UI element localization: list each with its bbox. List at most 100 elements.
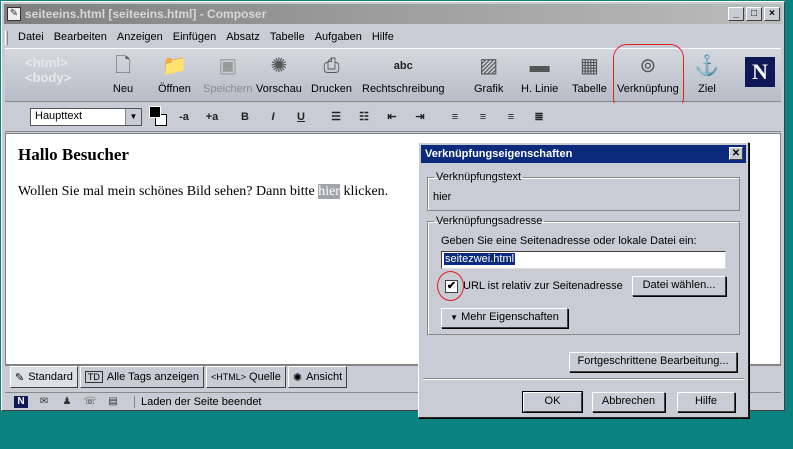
url-value: seitezwei.html (444, 253, 516, 265)
smaller-font-button[interactable]: -a (175, 108, 193, 126)
save-icon: ▣ (218, 55, 238, 77)
choose-file-button[interactable]: Datei wählen... (632, 276, 726, 296)
menu-bearbeiten[interactable]: Bearbeiten (50, 29, 111, 47)
print-label: Drucken (311, 83, 352, 95)
more-properties-button[interactable]: ▼ Mehr Eigenschaften (441, 308, 568, 328)
menu-grip[interactable] (5, 31, 8, 45)
menu-aufgaben[interactable]: Aufgaben (311, 29, 366, 47)
align-right-icon[interactable]: ≡ (502, 108, 520, 126)
align-left-icon[interactable]: ≡ (446, 108, 464, 126)
relative-url-label: URL ist relativ zur Seitenadresse (463, 280, 623, 292)
tab-all-tags-label: Alle Tags anzeigen (106, 371, 200, 383)
open-button[interactable]: 📁 Öffnen (158, 53, 191, 95)
tab-preview[interactable]: ✺ Ansicht (287, 366, 348, 388)
link-text-legend: Verknüpfungstext (436, 171, 522, 183)
netscape-status-icon[interactable]: N (14, 395, 28, 408)
watermark-line-2: <body> (25, 70, 72, 85)
hline-button[interactable]: ▬ H. Linie (521, 53, 558, 95)
selected-link-text[interactable]: hier (318, 184, 340, 199)
table-icon: ▦ (579, 55, 599, 77)
paragraph-style-value: Haupttext (35, 110, 83, 122)
text-color-picker[interactable] (149, 106, 171, 128)
composer-icon[interactable]: ▤ (106, 396, 120, 408)
print-button[interactable]: ⎙ Drucken (311, 53, 352, 95)
menu-hilfe[interactable]: Hilfe (368, 29, 398, 47)
anchor-button[interactable]: ⚓ Ziel (693, 53, 721, 95)
italic-button[interactable]: I (264, 108, 282, 126)
underline-button[interactable]: U (292, 108, 310, 126)
link-properties-dialog: Verknüpfungseigenschaften ✕ Verknüpfungs… (418, 142, 749, 418)
align-justify-icon[interactable]: ≣ (530, 108, 548, 126)
image-icon: ▨ (479, 55, 499, 77)
cancel-button[interactable]: Abbrechen (592, 392, 665, 412)
format-toolbar: Haupttext ▼ -a +a B I U ☰ ☷ ⇤ ⇥ ≡ ≡ ≡ ≣ (5, 103, 781, 132)
foreground-color-swatch (149, 106, 161, 118)
menu-bar: Datei Bearbeiten Anzeigen Einfügen Absat… (5, 29, 398, 47)
preview-label: Vorschau (256, 83, 302, 95)
indent-icon[interactable]: ⇥ (411, 108, 429, 126)
bold-button[interactable]: B (236, 108, 254, 126)
help-button[interactable]: Hilfe (677, 392, 735, 412)
tab-all-tags[interactable]: TD Alle Tags anzeigen (79, 366, 205, 388)
new-button[interactable]: 🗋 Neu (109, 53, 137, 95)
advanced-edit-button[interactable]: Fortgeschrittene Bearbeitung... (569, 352, 737, 372)
more-properties-label: Mehr Eigenschaften (461, 311, 559, 323)
url-input[interactable]: seitezwei.html (441, 251, 726, 269)
larger-font-button[interactable]: +a (203, 108, 221, 126)
dialog-title-bar: Verknüpfungseigenschaften ✕ (421, 145, 746, 163)
tab-source-label: Quelle (249, 371, 281, 383)
new-label: Neu (112, 83, 134, 95)
spellcheck-icon: abc (393, 60, 413, 72)
tab-source[interactable]: <HTML> Quelle (206, 366, 286, 388)
paragraph-text-after: klicken. (339, 184, 389, 199)
ok-button[interactable]: OK (522, 391, 583, 413)
tab-preview-label: Ansicht (306, 371, 343, 383)
dialog-title: Verknüpfungseigenschaften (425, 148, 573, 160)
image-label: Grafik (474, 83, 504, 95)
menu-absatz[interactable]: Absatz (222, 29, 264, 47)
menu-datei[interactable]: Datei (14, 29, 48, 47)
minimize-button[interactable]: _ (728, 7, 744, 21)
image-button[interactable]: ▨ Grafik (474, 53, 503, 95)
chevron-down-icon: ▼ (450, 313, 458, 322)
outdent-icon[interactable]: ⇤ (383, 108, 401, 126)
spellcheck-button[interactable]: abc Rechtschreibung (362, 53, 445, 95)
menu-anzeigen[interactable]: Anzeigen (113, 29, 167, 47)
netscape-logo[interactable]: N (745, 57, 775, 87)
tab-standard-label: Standard (28, 371, 73, 383)
instant-messenger-icon[interactable]: ♟ (60, 396, 74, 408)
align-center-icon[interactable]: ≡ (474, 108, 492, 126)
paragraph-style-select[interactable]: Haupttext ▼ (30, 108, 142, 126)
bullet-list-icon[interactable]: ☰ (327, 108, 345, 126)
save-button[interactable]: ▣ Speichern (203, 53, 253, 95)
document-paragraph: Wollen Sie mal mein schönes Bild sehen? … (18, 184, 388, 200)
dialog-close-button[interactable]: ✕ (729, 147, 743, 160)
mail-icon[interactable]: ✉ (37, 396, 51, 408)
anchor-label: Ziel (698, 83, 716, 95)
preview-icon: ✺ (292, 371, 303, 384)
table-button[interactable]: ▦ Tabelle (572, 53, 607, 95)
title-bar: ✎ seiteeins.html [seiteeins.html] - Comp… (4, 4, 782, 24)
document-heading: Hallo Besucher (18, 145, 129, 164)
link-address-legend: Verknüpfungsadresse (436, 215, 543, 227)
html-watermark: <html> <body> (25, 55, 71, 85)
menu-tabelle[interactable]: Tabelle (266, 29, 309, 47)
address-book-icon[interactable]: ☏ (83, 396, 97, 408)
app-icon: ✎ (7, 7, 21, 21)
anchor-icon: ⚓ (694, 55, 720, 77)
window-title: seiteeins.html [seiteeins.html] - Compos… (25, 7, 267, 21)
link-text-value: hier (433, 191, 452, 203)
close-button[interactable]: × (764, 7, 780, 21)
watermark-line-1: <html> (25, 55, 68, 70)
chevron-down-icon: ▼ (125, 109, 141, 125)
tab-standard[interactable]: ✎ Standard (10, 366, 78, 388)
menu-einfuegen[interactable]: Einfügen (169, 29, 220, 47)
numbered-list-icon[interactable]: ☷ (355, 108, 373, 126)
maximize-button[interactable]: □ (746, 7, 762, 21)
paragraph-text-before: Wollen Sie mal mein schönes Bild sehen? … (18, 184, 319, 199)
link-button-annotation (613, 44, 684, 112)
new-page-icon: 🗋 (114, 55, 132, 77)
table-label: Tabelle (572, 83, 607, 95)
preview-button[interactable]: ✺ Vorschau (256, 53, 302, 95)
td-tag-icon: TD (84, 371, 103, 383)
